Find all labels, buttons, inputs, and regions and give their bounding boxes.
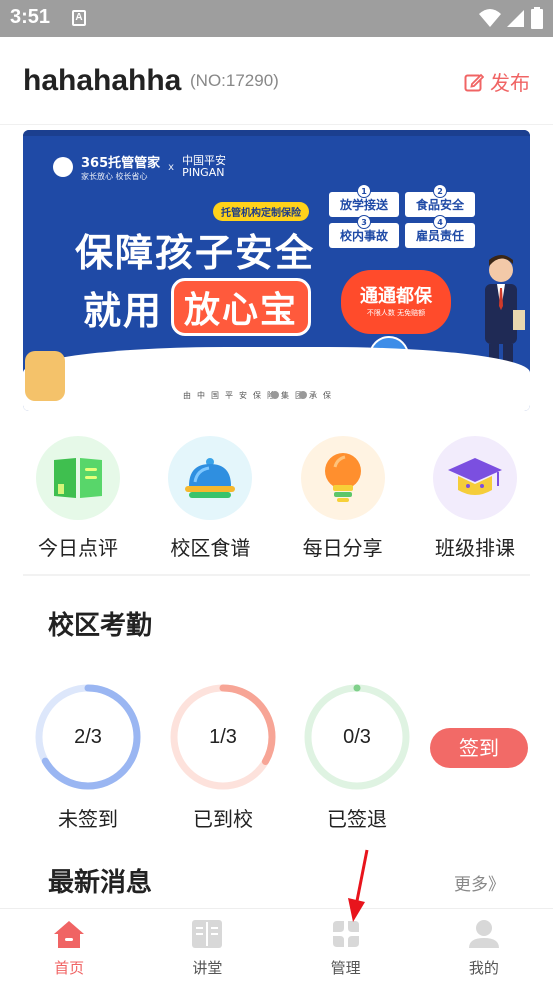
brand-left: 365托管管家 家长放心 校长省心 [81,152,160,182]
coins-icon [25,351,65,401]
headline-2-pill: 放心宝 [171,278,312,336]
butler-logo-icon [53,157,73,177]
quick-label: 校区食谱 [170,536,251,560]
status-icons [479,7,543,29]
feature-label: 放学接送 [339,198,388,212]
quick-label: 班级排课 [434,536,515,560]
news-title: 最新消息 [48,862,153,899]
feature-item: 2 食品安全 [405,184,475,217]
wifi-icon [479,9,501,27]
brand-left-name: 365托管管家 [81,156,161,171]
banner-tag: 托管机构定制保险 [213,202,309,221]
signal-icon [507,10,524,27]
section-divider [23,574,530,576]
tab-label: 管理 [330,959,361,977]
carousel-dots[interactable] [271,391,307,399]
ring-label: 已到校 [193,807,253,831]
publish-label: 发布 [490,71,530,95]
user-icon [468,920,499,948]
news-title-text: 最新消息 [48,868,153,898]
ring-value: 1/3 [209,726,237,748]
headline-2-prefix: 就用 [83,288,164,333]
feature-item: 4 雇员责任 [405,215,475,248]
banner-cloud [23,347,530,411]
feature-num: 3 [357,215,371,229]
feature-label: 食品安全 [415,198,464,212]
banner-headline-1: 保障孩子安全 [75,231,316,275]
quick-icon-bg [300,436,385,520]
publish-button[interactable]: 发布 [464,67,530,96]
banner-headline-2: 就用 放心宝 [83,278,312,336]
brand-left-sub: 家长放心 校长省心 [81,172,148,181]
quick-item-daily-review[interactable]: 今日点评 [23,436,133,561]
graduation-cap-icon [447,458,502,495]
tab-lecture[interactable]: 讲堂 [138,909,276,984]
quick-label: 每日分享 [302,536,383,560]
burst-title: 通通都保 [360,286,432,307]
quick-item-campus-menu[interactable]: 校区食谱 [155,436,265,561]
banner-brand-row: 365托管管家 家长放心 校长省心 x 中国平安 PINGAN [53,152,226,182]
carousel-dot[interactable] [299,391,307,399]
tab-label: 我的 [468,959,499,977]
banner-stripe [23,130,530,136]
more-link[interactable]: 更多》 [454,870,505,895]
carousel-dot[interactable] [271,391,279,399]
feature-num: 1 [357,184,371,198]
ring-value: 0/3 [343,726,371,748]
lightbulb-icon [324,453,361,502]
username: hahahahha [23,64,182,97]
banner-footer-text: 由中国平安保险集团承保 [183,391,337,400]
feature-num: 2 [433,184,447,198]
quick-item-daily-share[interactable]: 每日分享 [288,436,398,561]
open-book-icon [192,920,223,948]
attendance-title-text: 校区考勤 [48,611,153,641]
quick-icon-bg [36,436,120,520]
tab-label: 讲堂 [192,959,223,977]
brand-right: 中国平安 PINGAN [182,155,226,179]
brand-right-en: PINGAN [182,166,225,179]
feature-label: 校内事故 [339,229,388,243]
feature-num: 4 [433,215,447,229]
sign-in-button[interactable]: 签到 [430,728,528,768]
feature-item: 3 校内事故 [329,215,399,248]
status-time: 3:51 [10,6,51,28]
ring-label: 已签退 [327,807,387,831]
user-number: (NO:17290) [190,71,279,90]
battery-icon [531,7,543,29]
quick-menu: 今日点评 校区食谱 每日分享 班级排课 [23,436,530,561]
status-bar: 3:51 A [0,0,553,37]
feature-item: 1 放学接送 [329,184,399,217]
quick-item-class-schedule[interactable]: 班级排课 [420,436,530,561]
brand-x: x [168,161,175,173]
feature-grid: 1 放学接送 2 食品安全 3 校内事故 4 雇员责任 [329,184,475,248]
attendance-title: 校区考勤 [48,605,153,642]
banner-burst: 通通都保 不限人数 无免赔额 [341,270,451,334]
pointer-arrow-icon [348,849,369,922]
feature-label: 雇员责任 [415,229,464,243]
ring-value: 2/3 [74,726,102,748]
home-icon [54,921,85,948]
tab-label: 首页 [54,959,85,977]
quick-icon-bg [168,436,253,520]
burst-sub: 不限人数 无免赔额 [366,309,426,317]
book-icon [54,458,102,498]
page-header: hahahahha (NO:17290) 发布 [0,37,553,125]
bottom-tab-bar: 首页 讲堂 管理 我的 [0,908,553,984]
notification-a-icon: A [72,10,86,26]
tab-home[interactable]: 首页 [0,909,138,984]
promo-banner[interactable]: 365托管管家 家长放心 校长省心 x 中国平安 PINGAN 托管机构定制保险… [23,130,530,411]
tab-mine[interactable]: 我的 [415,909,553,984]
edit-icon [464,73,484,91]
ring-label: 未签到 [58,807,118,831]
quick-icon-bg [432,436,517,520]
quick-label: 今日点评 [38,536,118,560]
food-cover-icon [185,458,236,498]
